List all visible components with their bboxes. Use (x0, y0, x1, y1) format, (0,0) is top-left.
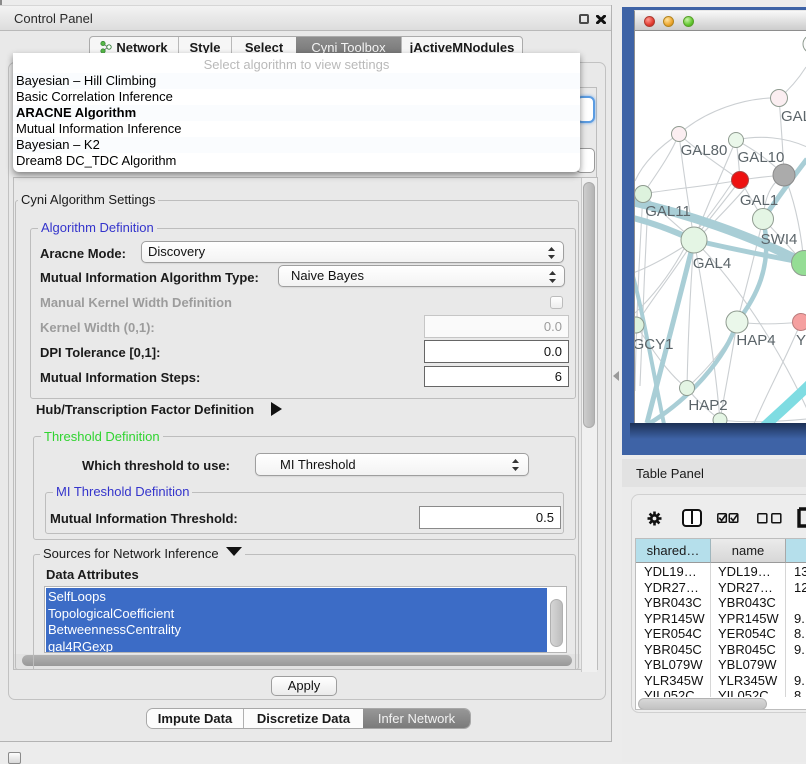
svg-text:GAL1: GAL1 (740, 192, 778, 209)
svg-text:SWI4: SWI4 (761, 231, 798, 248)
svg-text:Y: Y (796, 332, 806, 349)
svg-text:GAL7: GAL7 (781, 108, 806, 125)
svg-text:HAP2: HAP2 (688, 397, 727, 414)
svg-text:GAL4: GAL4 (693, 255, 731, 272)
svg-text:GAL11: GAL11 (645, 203, 691, 220)
svg-text:GAL80: GAL80 (681, 142, 728, 159)
svg-text:GAL10: GAL10 (738, 149, 785, 166)
svg-text:GCY1: GCY1 (635, 336, 673, 353)
svg-text:HAP4: HAP4 (736, 332, 775, 349)
